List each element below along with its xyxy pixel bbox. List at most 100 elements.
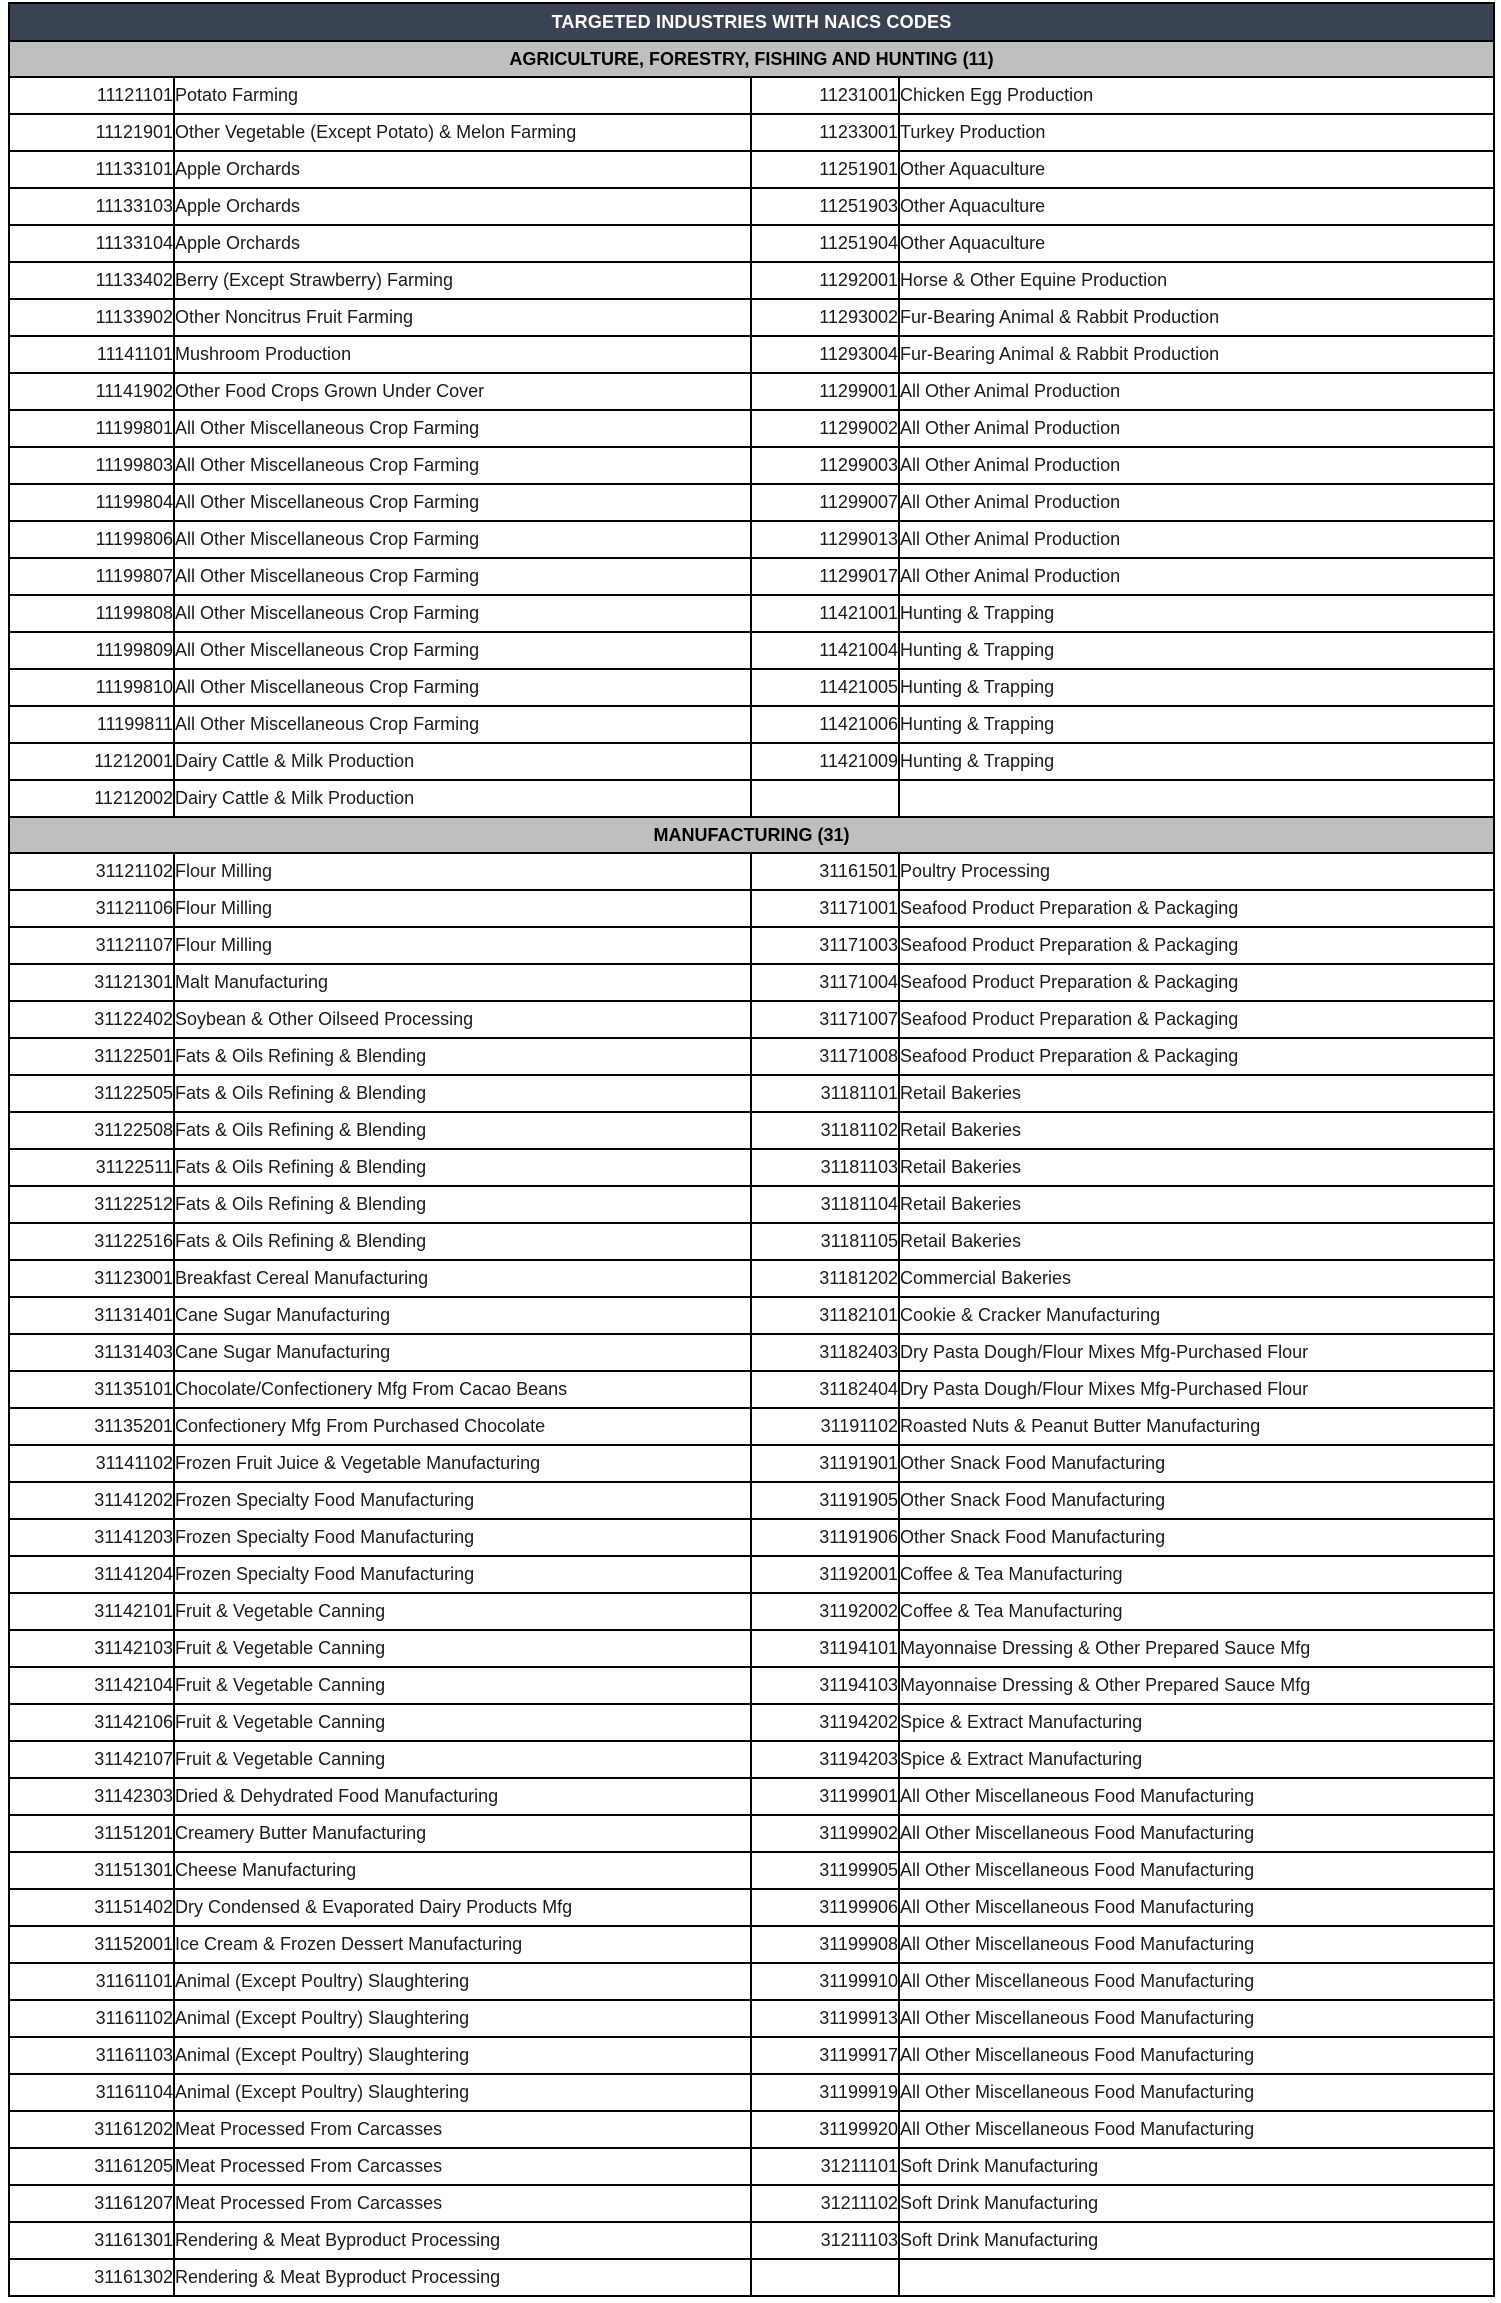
industry-name-cell-left[interactable]: Cane Sugar Manufacturing bbox=[173, 1333, 752, 1372]
industry-name-cell-left[interactable]: All Other Miscellaneous Crop Farming bbox=[173, 705, 752, 744]
naics-code-cell-left[interactable]: 31142106 bbox=[8, 1703, 175, 1742]
industry-name-cell-right[interactable]: Retail Bakeries bbox=[897, 1111, 1496, 1150]
industry-name-cell-left[interactable]: Frozen Specialty Food Manufacturing bbox=[173, 1481, 752, 1520]
naics-code-cell-right[interactable]: 11231001 bbox=[750, 76, 900, 115]
industry-name-cell-right[interactable]: All Other Animal Production bbox=[897, 520, 1496, 559]
naics-code-cell-right[interactable]: 31182404 bbox=[750, 1370, 900, 1409]
industry-name-cell-left[interactable]: Dairy Cattle & Milk Production bbox=[173, 742, 752, 781]
naics-code-cell-left[interactable]: 31141102 bbox=[8, 1444, 175, 1483]
naics-code-cell-right[interactable]: 11421005 bbox=[750, 668, 900, 707]
industry-name-cell-left[interactable]: Apple Orchards bbox=[173, 224, 752, 263]
naics-code-cell-left[interactable]: 11199809 bbox=[8, 631, 175, 670]
naics-code-cell-left[interactable]: 11212001 bbox=[8, 742, 175, 781]
industry-name-cell-right[interactable]: Hunting & Trapping bbox=[897, 668, 1496, 707]
naics-code-cell-right[interactable]: 11251904 bbox=[750, 224, 900, 263]
industry-name-cell-right[interactable]: Commercial Bakeries bbox=[897, 1259, 1496, 1298]
naics-code-cell-right[interactable]: 31199901 bbox=[750, 1777, 900, 1816]
naics-code-cell-left[interactable]: 31151301 bbox=[8, 1851, 175, 1890]
industry-name-cell-left[interactable]: Mushroom Production bbox=[173, 335, 752, 374]
naics-code-cell-right[interactable]: 11299002 bbox=[750, 409, 900, 448]
industry-name-cell-right[interactable]: Fur-Bearing Animal & Rabbit Production bbox=[897, 335, 1496, 374]
naics-code-cell-right[interactable]: 31181103 bbox=[750, 1148, 900, 1187]
naics-code-cell-left[interactable]: 31131401 bbox=[8, 1296, 175, 1335]
industry-name-cell-right[interactable]: All Other Miscellaneous Food Manufacturi… bbox=[897, 1814, 1496, 1853]
industry-name-cell-right[interactable]: Fur-Bearing Animal & Rabbit Production bbox=[897, 298, 1496, 337]
naics-code-cell-right[interactable]: 11293004 bbox=[750, 335, 900, 374]
naics-code-cell-right[interactable]: 31194101 bbox=[750, 1629, 900, 1668]
industry-name-cell-right[interactable]: All Other Animal Production bbox=[897, 483, 1496, 522]
industry-name-cell-left[interactable]: Creamery Butter Manufacturing bbox=[173, 1814, 752, 1853]
naics-code-cell-left[interactable]: 31161202 bbox=[8, 2110, 175, 2149]
industry-name-cell-left[interactable]: Potato Farming bbox=[173, 76, 752, 115]
naics-code-cell-left[interactable]: 31135201 bbox=[8, 1407, 175, 1446]
naics-code-cell-left[interactable]: 31121107 bbox=[8, 926, 175, 965]
industry-name-cell-left[interactable]: All Other Miscellaneous Crop Farming bbox=[173, 631, 752, 670]
naics-code-cell-left[interactable]: 11121901 bbox=[8, 113, 175, 152]
industry-name-cell-right[interactable]: All Other Miscellaneous Food Manufacturi… bbox=[897, 2110, 1496, 2149]
industry-name-cell-left[interactable]: Flour Milling bbox=[173, 926, 752, 965]
naics-code-cell-left[interactable]: 31142107 bbox=[8, 1740, 175, 1779]
industry-name-cell-left[interactable]: Fats & Oils Refining & Blending bbox=[173, 1222, 752, 1261]
industry-name-cell-right[interactable]: Turkey Production bbox=[897, 113, 1496, 152]
naics-code-cell-left[interactable]: 11141101 bbox=[8, 335, 175, 374]
naics-code-cell-left[interactable]: 11199804 bbox=[8, 483, 175, 522]
industry-name-cell-left[interactable]: Dairy Cattle & Milk Production bbox=[173, 779, 752, 818]
industry-name-cell-right[interactable]: Seafood Product Preparation & Packaging bbox=[897, 1037, 1496, 1076]
industry-name-cell-right[interactable]: Hunting & Trapping bbox=[897, 631, 1496, 670]
naics-code-cell-left[interactable]: 11133101 bbox=[8, 150, 175, 189]
naics-code-cell-left[interactable]: 11141902 bbox=[8, 372, 175, 411]
industry-name-cell-right[interactable]: Hunting & Trapping bbox=[897, 594, 1496, 633]
naics-code-cell-left[interactable]: 31131403 bbox=[8, 1333, 175, 1372]
industry-name-cell-left[interactable]: Animal (Except Poultry) Slaughtering bbox=[173, 1962, 752, 2001]
naics-code-cell-left[interactable]: 31142303 bbox=[8, 1777, 175, 1816]
industry-name-cell-left[interactable]: Other Food Crops Grown Under Cover bbox=[173, 372, 752, 411]
industry-name-cell-left[interactable]: Fats & Oils Refining & Blending bbox=[173, 1037, 752, 1076]
naics-code-cell-left[interactable]: 11133402 bbox=[8, 261, 175, 300]
industry-name-cell-right[interactable] bbox=[897, 779, 1496, 818]
industry-name-cell-right[interactable]: Horse & Other Equine Production bbox=[897, 261, 1496, 300]
naics-code-cell-left[interactable]: 31122516 bbox=[8, 1222, 175, 1261]
industry-name-cell-left[interactable]: Meat Processed From Carcasses bbox=[173, 2110, 752, 2149]
naics-code-cell-right[interactable]: 31171003 bbox=[750, 926, 900, 965]
industry-name-cell-left[interactable]: Berry (Except Strawberry) Farming bbox=[173, 261, 752, 300]
industry-name-cell-right[interactable]: Other Snack Food Manufacturing bbox=[897, 1518, 1496, 1557]
industry-name-cell-right[interactable]: Other Aquaculture bbox=[897, 150, 1496, 189]
naics-code-cell-right[interactable]: 31192002 bbox=[750, 1592, 900, 1631]
industry-name-cell-left[interactable]: Fruit & Vegetable Canning bbox=[173, 1629, 752, 1668]
industry-name-cell-left[interactable]: Fruit & Vegetable Canning bbox=[173, 1666, 752, 1705]
industry-name-cell-right[interactable]: Soft Drink Manufacturing bbox=[897, 2147, 1496, 2186]
industry-name-cell-left[interactable]: Fats & Oils Refining & Blending bbox=[173, 1111, 752, 1150]
industry-name-cell-right[interactable]: Poultry Processing bbox=[897, 852, 1496, 891]
industry-name-cell-right[interactable]: Chicken Egg Production bbox=[897, 76, 1496, 115]
naics-code-cell-left[interactable]: 31142103 bbox=[8, 1629, 175, 1668]
naics-code-cell-right[interactable]: 31191906 bbox=[750, 1518, 900, 1557]
industry-name-cell-left[interactable]: Fruit & Vegetable Canning bbox=[173, 1740, 752, 1779]
industry-name-cell-left[interactable]: Soybean & Other Oilseed Processing bbox=[173, 1000, 752, 1039]
industry-name-cell-right[interactable]: All Other Animal Production bbox=[897, 557, 1496, 596]
industry-name-cell-right[interactable]: All Other Animal Production bbox=[897, 409, 1496, 448]
industry-name-cell-left[interactable]: Chocolate/Confectionery Mfg From Cacao B… bbox=[173, 1370, 752, 1409]
naics-code-cell-right[interactable]: 31171004 bbox=[750, 963, 900, 1002]
industry-name-cell-left[interactable]: All Other Miscellaneous Crop Farming bbox=[173, 409, 752, 448]
naics-code-cell-right[interactable]: 11233001 bbox=[750, 113, 900, 152]
naics-code-cell-right[interactable]: 31199905 bbox=[750, 1851, 900, 1890]
industry-name-cell-left[interactable]: Apple Orchards bbox=[173, 150, 752, 189]
industry-name-cell-right[interactable]: All Other Miscellaneous Food Manufacturi… bbox=[897, 1888, 1496, 1927]
naics-code-cell-left[interactable]: 31122511 bbox=[8, 1148, 175, 1187]
industry-name-cell-left[interactable]: Animal (Except Poultry) Slaughtering bbox=[173, 2036, 752, 2075]
industry-name-cell-right[interactable]: Mayonnaise Dressing & Other Prepared Sau… bbox=[897, 1666, 1496, 1705]
industry-name-cell-left[interactable]: Animal (Except Poultry) Slaughtering bbox=[173, 2073, 752, 2112]
industry-name-cell-left[interactable]: Flour Milling bbox=[173, 852, 752, 891]
industry-name-cell-left[interactable]: Other Vegetable (Except Potato) & Melon … bbox=[173, 113, 752, 152]
naics-code-cell-right[interactable]: 31182101 bbox=[750, 1296, 900, 1335]
industry-name-cell-right[interactable]: Retail Bakeries bbox=[897, 1222, 1496, 1261]
naics-code-cell-left[interactable]: 31151201 bbox=[8, 1814, 175, 1853]
industry-name-cell-right[interactable]: All Other Miscellaneous Food Manufacturi… bbox=[897, 1777, 1496, 1816]
industry-name-cell-right[interactable]: All Other Animal Production bbox=[897, 446, 1496, 485]
naics-code-cell-left[interactable]: 11199806 bbox=[8, 520, 175, 559]
naics-code-cell-left[interactable]: 31142104 bbox=[8, 1666, 175, 1705]
naics-code-cell-left[interactable]: 11133902 bbox=[8, 298, 175, 337]
naics-code-cell-left[interactable]: 11133103 bbox=[8, 187, 175, 226]
industry-name-cell-right[interactable]: Soft Drink Manufacturing bbox=[897, 2221, 1496, 2260]
industry-name-cell-left[interactable]: Malt Manufacturing bbox=[173, 963, 752, 1002]
